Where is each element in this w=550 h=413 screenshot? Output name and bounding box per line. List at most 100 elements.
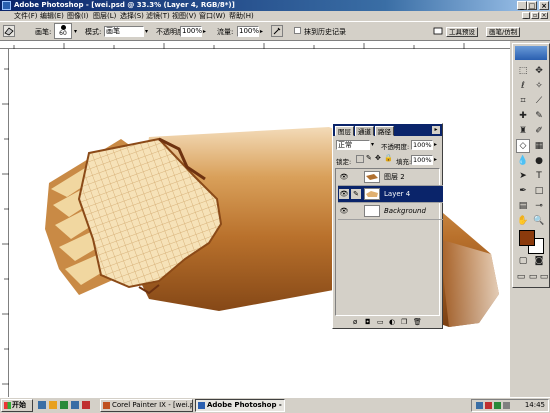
blend-mode-dropdown-icon[interactable]: ▾: [371, 142, 377, 148]
fill-label: 填充:: [396, 158, 412, 166]
fill-arrow-icon[interactable]: ▸: [434, 157, 440, 163]
standard-mode-icon[interactable]: ▢: [516, 254, 530, 268]
menu-image[interactable]: 图像(I): [67, 11, 89, 21]
windows-taskbar: 开始 Corel Painter IX - [wei.ps... Adobe P…: [0, 397, 550, 413]
healing-brush-tool-icon[interactable]: ✚: [516, 109, 530, 123]
doc-restore-button[interactable]: ▫: [531, 12, 539, 19]
adobe-online-feather-icon[interactable]: [515, 46, 547, 60]
path-selection-tool-icon[interactable]: ➤: [516, 169, 530, 183]
quicklaunch-app-icon[interactable]: [60, 401, 68, 409]
layer-mask-icon[interactable]: ◘: [365, 318, 371, 326]
tab-channels[interactable]: 通道: [355, 126, 374, 136]
volume-icon[interactable]: [503, 402, 510, 409]
lock-position-icon[interactable]: ✥: [375, 154, 381, 162]
layer-opacity-arrow-icon[interactable]: ▸: [434, 142, 440, 148]
opacity-dropdown-icon[interactable]: ▸: [203, 29, 209, 35]
menu-filter[interactable]: 滤镜(T): [146, 11, 170, 21]
airbrush-toggle[interactable]: [271, 25, 283, 37]
history-brush-tool-icon[interactable]: ✐: [532, 124, 546, 138]
delete-layer-icon[interactable]: 🗑: [413, 318, 422, 326]
eraser-tool-icon[interactable]: ◇: [516, 139, 530, 153]
opacity-input[interactable]: 100%: [180, 26, 202, 37]
eyedropper-tool-icon[interactable]: ⊸: [532, 199, 546, 213]
foreground-color-swatch[interactable]: [519, 230, 535, 246]
lock-image-icon[interactable]: ✎: [366, 154, 372, 162]
move-tool-icon[interactable]: ✥: [532, 64, 546, 78]
blend-mode-select[interactable]: 正常: [336, 140, 370, 150]
visibility-eye-icon[interactable]: 👁: [339, 189, 349, 199]
history-checkbox[interactable]: [294, 27, 301, 34]
doc-minimize-button[interactable]: _: [522, 12, 530, 19]
tab-paths[interactable]: 路径: [375, 126, 394, 136]
mode-dropdown-icon[interactable]: ▾: [145, 29, 151, 35]
blur-tool-icon[interactable]: 💧: [516, 154, 530, 168]
layer-opacity-input[interactable]: 100%: [411, 140, 433, 150]
taskbar-item-photoshop[interactable]: Adobe Photoshop - [w...: [195, 399, 285, 412]
quicklaunch-browser-icon[interactable]: [71, 401, 79, 409]
new-set-icon[interactable]: ▭: [377, 318, 384, 326]
tray-icon[interactable]: [476, 402, 483, 409]
visibility-eye-icon[interactable]: 👁: [339, 172, 349, 182]
menu-view[interactable]: 视图(V): [172, 11, 196, 21]
dodge-tool-icon[interactable]: ●: [532, 154, 546, 168]
tab-layers[interactable]: 图层: [335, 126, 354, 136]
lock-transparent-icon[interactable]: [356, 155, 364, 163]
quick-mask-icon[interactable]: ◙: [532, 254, 546, 268]
tab-tool-presets[interactable]: 工具预设: [446, 27, 478, 37]
layer-thumbnail: [364, 205, 380, 217]
visibility-eye-icon[interactable]: 👁: [339, 206, 349, 216]
flow-input[interactable]: 100%: [237, 26, 259, 37]
menu-edit[interactable]: 编辑(E): [40, 11, 64, 21]
fill-input[interactable]: 100%: [411, 155, 433, 165]
notes-tool-icon[interactable]: ▤: [516, 199, 530, 213]
layer-row-layer4[interactable]: 👁 ✎ Layer 4: [338, 186, 443, 203]
screen-mode-full-icon[interactable]: ▭: [537, 270, 550, 284]
brush-dropdown-icon[interactable]: ▾: [74, 29, 80, 35]
flow-dropdown-icon[interactable]: ▸: [260, 29, 266, 35]
tray-icon[interactable]: [494, 402, 501, 409]
menu-help[interactable]: 帮助(H): [229, 11, 254, 21]
slice-tool-icon[interactable]: ⟋: [532, 94, 546, 108]
quicklaunch-desktop-icon[interactable]: [38, 401, 46, 409]
brush-preview[interactable]: 60: [54, 23, 72, 39]
adjustment-layer-icon[interactable]: ◐: [389, 318, 395, 326]
flow-label: 流量:: [217, 28, 234, 36]
crop-tool-icon[interactable]: ⌗: [516, 94, 530, 108]
close-button[interactable]: ×: [539, 1, 549, 10]
taskbar-item-painter[interactable]: Corel Painter IX - [wei.ps...: [100, 399, 193, 412]
tray-icon[interactable]: [485, 402, 492, 409]
marquee-tool-icon[interactable]: ⬚: [516, 64, 530, 78]
doc-close-button[interactable]: ×: [540, 12, 548, 19]
tool-preset-picker[interactable]: [3, 25, 15, 37]
maximize-button[interactable]: □: [527, 1, 537, 10]
menu-layer[interactable]: 图层(L): [93, 11, 116, 21]
quicklaunch-folder-icon[interactable]: [49, 401, 57, 409]
lock-all-icon[interactable]: 🔒: [384, 154, 393, 162]
layer-thumbnail: [364, 188, 380, 200]
start-button[interactable]: 开始: [1, 399, 33, 412]
panel-menu-arrow-icon[interactable]: ▸: [432, 126, 440, 134]
quicklaunch-player-icon[interactable]: [82, 401, 90, 409]
hand-tool-icon[interactable]: ✋: [516, 214, 530, 228]
brush-tool-icon[interactable]: ✎: [532, 109, 546, 123]
menu-select[interactable]: 选择(S): [120, 11, 144, 21]
gradient-tool-icon[interactable]: ▦: [532, 139, 546, 153]
lasso-tool-icon[interactable]: ℓ: [516, 79, 530, 93]
menu-file[interactable]: 文件(F): [14, 11, 38, 21]
file-browser-icon[interactable]: [433, 26, 444, 36]
magic-wand-tool-icon[interactable]: ✧: [532, 79, 546, 93]
new-layer-icon[interactable]: ❐: [401, 318, 407, 326]
menu-window[interactable]: 窗口(W): [199, 11, 225, 21]
minimize-button[interactable]: _: [517, 1, 527, 10]
clone-stamp-tool-icon[interactable]: ♜: [516, 124, 530, 138]
layer-style-icon[interactable]: ø: [353, 318, 357, 326]
layer-row-layer2[interactable]: 👁 图层 2: [338, 169, 443, 186]
mode-select[interactable]: 画笔: [104, 26, 144, 37]
options-bar: 画笔: 60 ▾ 模式: 画笔 ▾ 不透明度: 100% ▸ 流量: 100% …: [0, 21, 550, 41]
tab-brushes[interactable]: 画笔/仿制: [486, 27, 521, 37]
zoom-tool-icon[interactable]: 🔍: [532, 214, 546, 228]
shape-tool-icon[interactable]: □: [532, 184, 546, 198]
pen-tool-icon[interactable]: ✒: [516, 184, 530, 198]
type-tool-icon[interactable]: T: [532, 169, 546, 183]
layer-row-background[interactable]: 👁 Background: [338, 203, 443, 220]
